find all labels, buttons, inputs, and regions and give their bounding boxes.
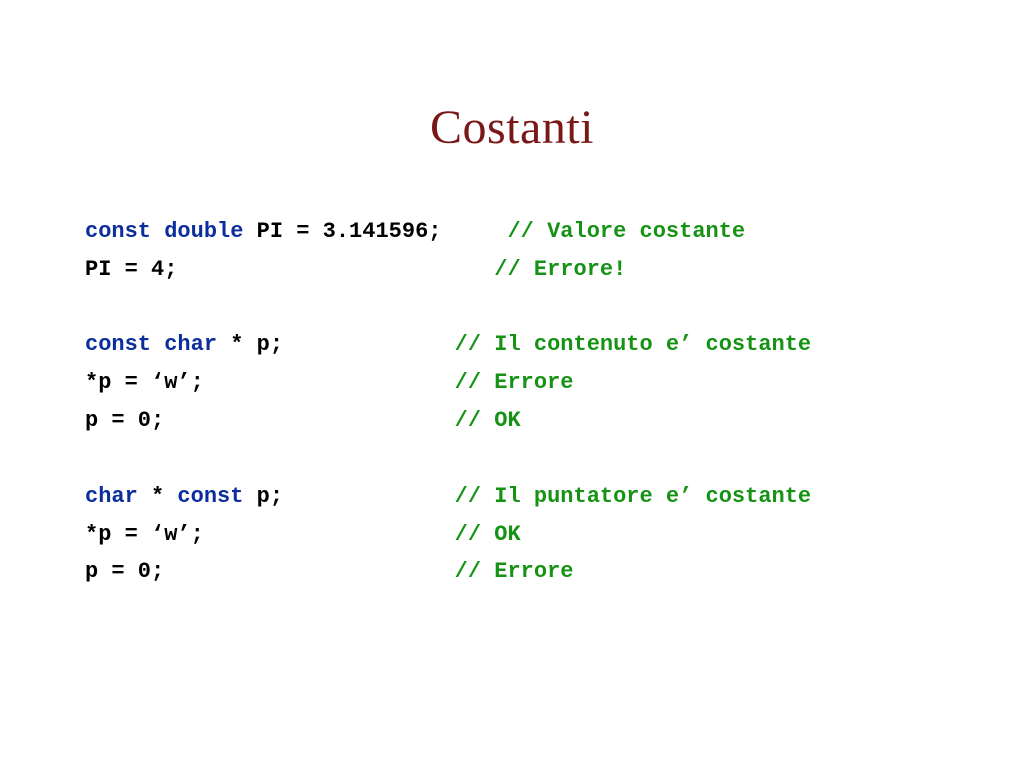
keyword: const bbox=[177, 484, 243, 509]
code-text: * p; bbox=[217, 332, 455, 357]
comment: // Errore bbox=[455, 370, 574, 395]
code-block: const double PI = 3.141596; // Valore co… bbox=[85, 213, 939, 591]
code-text: PI = 3.141596; bbox=[243, 219, 507, 244]
keyword: const char bbox=[85, 332, 217, 357]
code-text: p = 0; bbox=[85, 559, 455, 584]
comment: // Errore bbox=[455, 559, 574, 584]
code-text: PI = 4; bbox=[85, 257, 494, 282]
slide-title: Costanti bbox=[85, 100, 939, 155]
code-text: p = 0; bbox=[85, 408, 455, 433]
comment: // Errore! bbox=[494, 257, 626, 282]
comment: // OK bbox=[455, 408, 521, 433]
comment: // OK bbox=[455, 522, 521, 547]
keyword: const double bbox=[85, 219, 243, 244]
comment: // Il contenuto e’ costante bbox=[455, 332, 811, 357]
code-text: *p = ‘w’; bbox=[85, 370, 455, 395]
comment: // Valore costante bbox=[507, 219, 745, 244]
code-text: * bbox=[138, 484, 178, 509]
code-text: *p = ‘w’; bbox=[85, 522, 455, 547]
comment: // Il puntatore e’ costante bbox=[455, 484, 811, 509]
keyword: char bbox=[85, 484, 138, 509]
code-text: p; bbox=[243, 484, 454, 509]
slide: Costanti const double PI = 3.141596; // … bbox=[0, 100, 1024, 768]
